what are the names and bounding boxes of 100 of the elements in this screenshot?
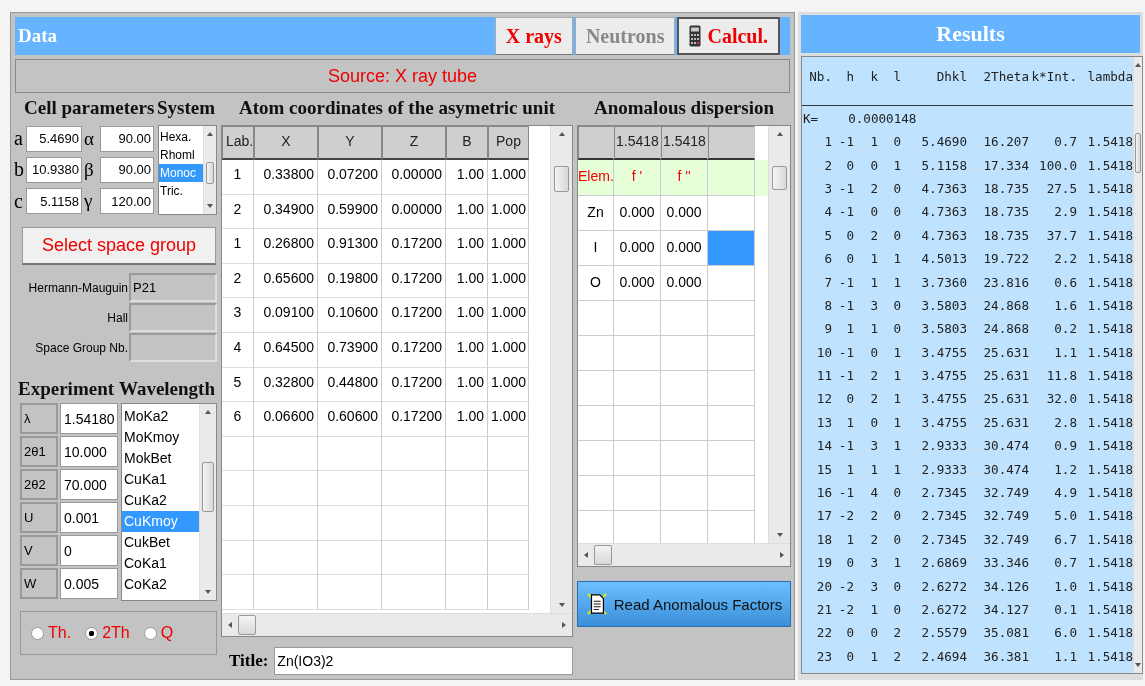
parameter-label: γ	[84, 190, 94, 213]
scroll-left-icon[interactable]	[582, 551, 590, 559]
list-item[interactable]: CuKa2	[122, 490, 199, 511]
list-item[interactable]: Rhoml	[159, 146, 203, 164]
empty-cell	[578, 406, 614, 441]
scrollbar[interactable]	[550, 126, 572, 613]
table-cell: I	[578, 231, 614, 266]
column-header[interactable]: B	[446, 126, 488, 160]
list-item[interactable]: MoKa2	[122, 406, 199, 427]
scroll-up-icon[interactable]	[206, 130, 214, 138]
list-item[interactable]: Tric.	[159, 182, 203, 200]
scroll-down-icon[interactable]	[204, 588, 212, 596]
result-cell-text: 0	[869, 414, 878, 430]
column-header[interactable]: Pop	[488, 126, 529, 160]
select-space-group-button[interactable]: Select space group	[22, 227, 216, 265]
column-header[interactable]: Z	[382, 126, 446, 160]
option-label: 2Th	[102, 624, 130, 642]
title-field[interactable]: Zn(IO3)2	[274, 647, 573, 675]
table-cell: Zn	[578, 196, 614, 231]
input-field[interactable]: 10.9380	[26, 157, 82, 183]
scroll-thumb[interactable]	[202, 462, 214, 512]
list-box[interactable]: MoKa2 MoKmoy MokBet CuKa1 CuKa2 CuKmoy CukBet CoKa1 CoKa2	[121, 403, 217, 601]
column-header[interactable]: 1.5418	[614, 126, 661, 160]
scroll-right-icon[interactable]	[778, 551, 786, 559]
column-header[interactable]: 1.5418	[661, 126, 708, 160]
input-field[interactable]: 120.00	[100, 188, 154, 215]
result-cell-text: 32.0	[1045, 391, 1077, 407]
scrollbar[interactable]	[203, 126, 216, 214]
result-cell-text: 1	[892, 251, 901, 267]
list-item[interactable]: CoKa2	[122, 574, 199, 595]
section-heading: Experiment	[18, 378, 115, 400]
column-header[interactable]: X	[254, 126, 318, 160]
result-cell-text: 3	[869, 438, 878, 454]
result-cell-text: 2	[892, 625, 901, 641]
result-cell-text: 2	[869, 180, 878, 196]
result-cell-text: 27.5	[1045, 180, 1077, 196]
radio-button[interactable]	[143, 626, 157, 640]
result-cell-text: 1	[869, 321, 878, 337]
result-cell-text: 1.5418	[1086, 321, 1133, 337]
radio-button[interactable]	[31, 626, 44, 640]
calculate-button[interactable]: Calcul.	[677, 17, 780, 55]
scroll-down-icon[interactable]	[775, 531, 784, 539]
empty-cell	[488, 575, 529, 610]
scroll-thumb[interactable]	[1135, 133, 1141, 173]
list-item[interactable]: MoKmoy	[122, 427, 199, 448]
empty-cell	[614, 441, 661, 476]
input-field[interactable]: 70.000	[60, 469, 118, 500]
scrollbar[interactable]	[578, 543, 790, 566]
list-item[interactable]: CuKa1	[122, 469, 199, 490]
column-header: 2Theta	[982, 68, 1029, 84]
list-item[interactable]: MokBet	[122, 448, 199, 469]
scroll-down-icon[interactable]	[1134, 661, 1142, 669]
column-header[interactable]: Y	[318, 126, 382, 160]
scrollbar[interactable]	[199, 404, 216, 600]
input-field[interactable]: 5.1158	[26, 188, 82, 215]
empty-cell	[578, 441, 614, 476]
input-field[interactable]: 90.00	[100, 125, 154, 152]
input-field[interactable]: 90.00	[100, 157, 154, 183]
read-anomalous-factors-button[interactable]: Read Anomalous Factors	[577, 581, 791, 627]
scroll-thumb[interactable]	[554, 166, 569, 192]
scroll-left-icon[interactable]	[226, 621, 234, 629]
result-cell-text: 2	[869, 368, 878, 384]
scroll-thumb[interactable]	[238, 615, 256, 635]
result-cell-text: 1.5418	[1086, 438, 1133, 454]
result-cell-text: 0	[845, 227, 854, 243]
empty-cell[interactable]	[708, 266, 755, 301]
scroll-thumb[interactable]	[772, 166, 787, 190]
scroll-up-icon[interactable]	[204, 408, 212, 416]
scroll-up-icon[interactable]	[1134, 61, 1142, 69]
scrollbar[interactable]	[1133, 57, 1142, 673]
source-button[interactable]: X rays	[494, 17, 573, 55]
scroll-right-icon[interactable]	[560, 621, 568, 629]
result-cell-text: 1.5418	[1086, 368, 1133, 384]
selected-cell[interactable]	[708, 231, 755, 266]
list-item[interactable]: Hexa.	[159, 128, 203, 146]
result-cell-text: 0	[845, 648, 854, 664]
scroll-thumb[interactable]	[205, 162, 215, 184]
option-label: Q	[160, 624, 174, 642]
column-header[interactable]: Lab.	[222, 126, 254, 160]
scroll-thumb[interactable]	[594, 545, 612, 565]
input-field[interactable]: 0.001	[60, 502, 118, 533]
list-box[interactable]: Hexa. Rhoml Monoc Tric.	[158, 125, 217, 215]
list-item[interactable]: CoKa1	[122, 553, 199, 574]
empty-cell	[708, 371, 755, 406]
input-field[interactable]: 0.005	[60, 568, 118, 599]
scroll-down-icon[interactable]	[206, 202, 214, 210]
scroll-down-icon[interactable]	[557, 601, 566, 609]
input-field[interactable]: 10.000	[60, 436, 118, 467]
scroll-up-icon[interactable]	[775, 130, 784, 138]
input-field[interactable]: 5.4690	[26, 125, 82, 152]
table-cell: 0.000	[661, 266, 708, 301]
scroll-up-icon[interactable]	[557, 130, 566, 138]
field-label: Hall	[107, 310, 129, 325]
input-field[interactable]: 1.54180	[60, 403, 118, 434]
input-field[interactable]: 0	[60, 535, 118, 566]
radio-button[interactable]	[85, 626, 99, 640]
scrollbar[interactable]	[768, 126, 790, 543]
list-item[interactable]: CukBet	[122, 532, 199, 553]
table-cell: 0.17200	[382, 229, 446, 264]
scrollbar[interactable]	[222, 613, 572, 636]
